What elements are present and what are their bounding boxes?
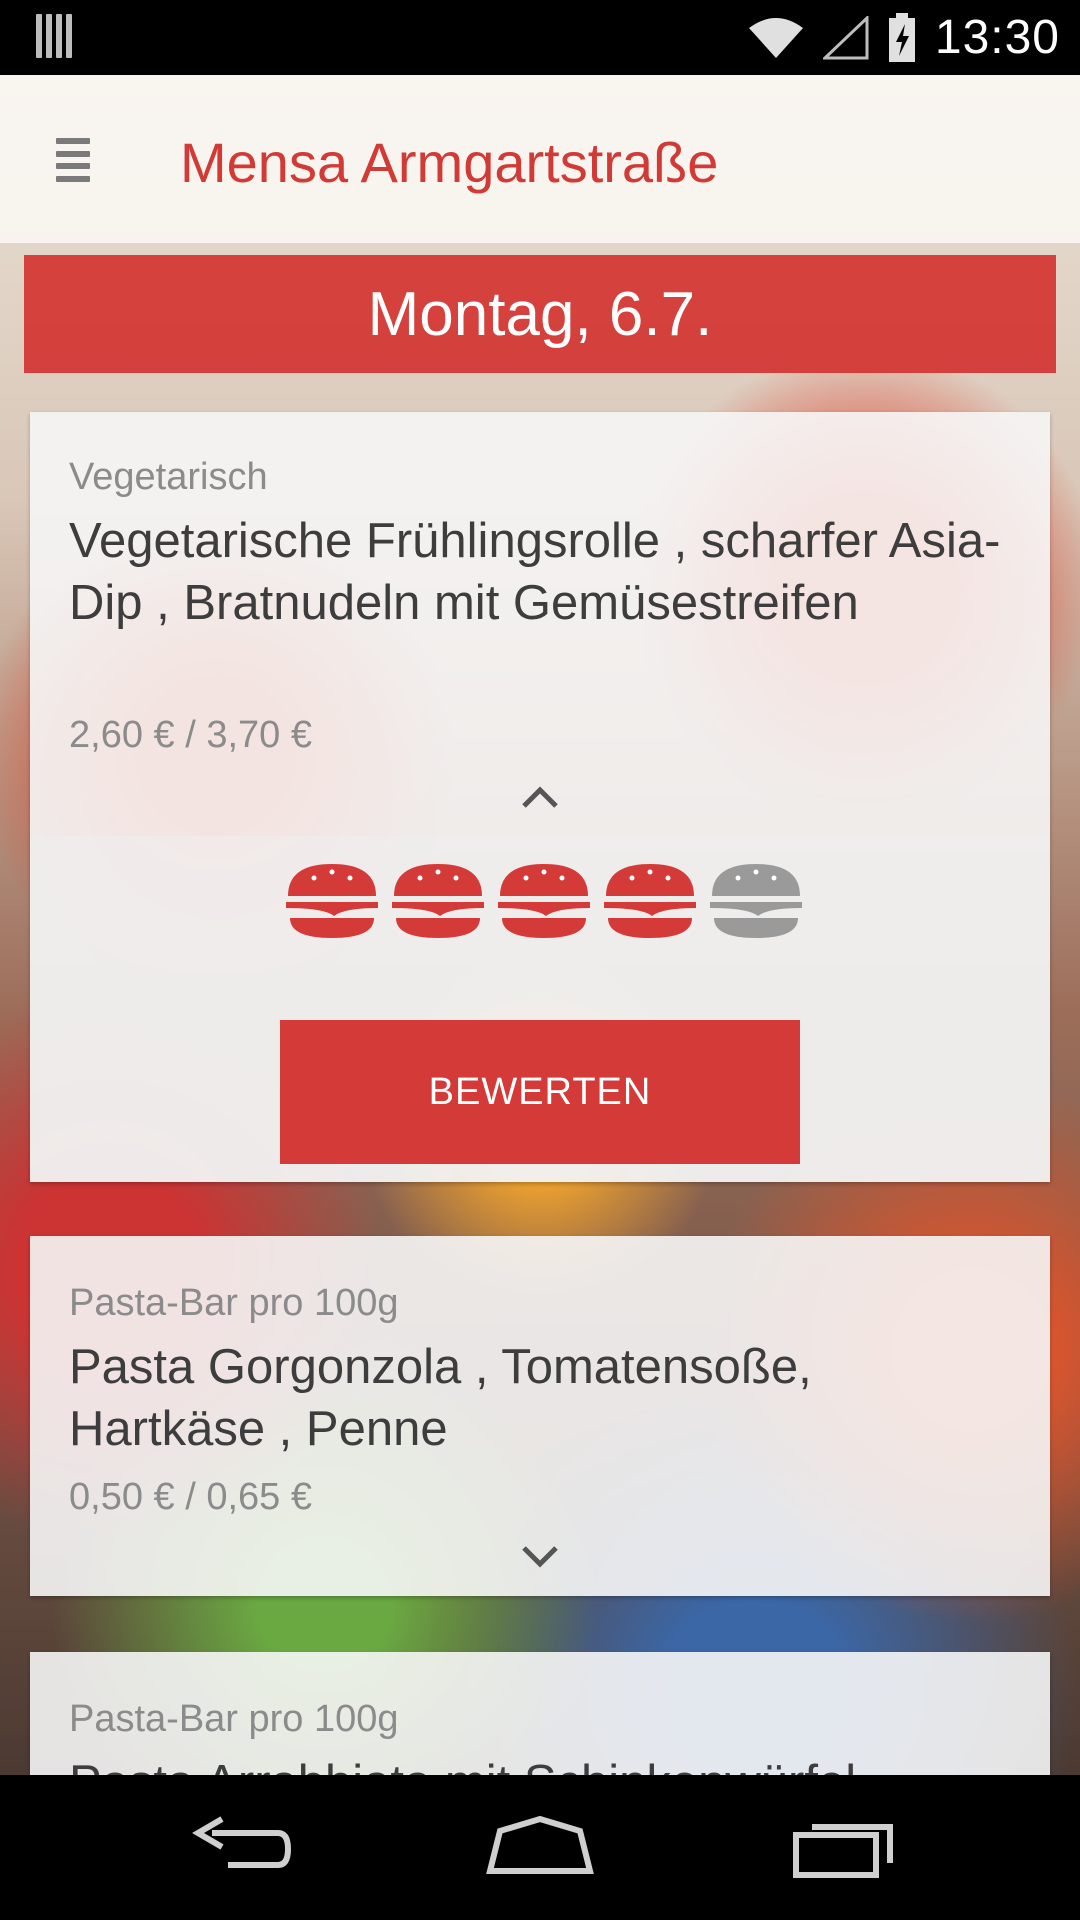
notification-icon	[36, 14, 72, 58]
meal-price: 2,60 € / 3,70 €	[69, 714, 312, 756]
burger-icon[interactable]	[708, 860, 804, 942]
meal-category: Pasta-Bar pro 100g	[69, 1282, 399, 1324]
burger-icon[interactable]	[284, 860, 380, 942]
meal-name: Pasta Gorgonzola , Tomatensoße, Hartkäse…	[69, 1340, 812, 1456]
chevron-down-icon[interactable]	[520, 1542, 560, 1572]
meal-card[interactable]: Vegetarisch Vegetarische Frühlingsrolle …	[30, 412, 1050, 1182]
app-title: Mensa Armgartstraße	[180, 131, 719, 194]
burger-icon[interactable]	[496, 860, 592, 942]
rate-button[interactable]: BEWERTEN	[280, 1020, 800, 1164]
navigation-bar	[0, 1775, 1080, 1920]
meal-name: Pasta Arrabbiata mit Schinkenwürfel	[69, 1752, 1019, 1776]
recents-icon[interactable]	[790, 1813, 896, 1883]
rating-burgers[interactable]	[284, 860, 804, 942]
meal-card[interactable]: Pasta-Bar pro 100g Pasta Gorgonzola , To…	[30, 1236, 1050, 1596]
burger-icon[interactable]	[602, 860, 698, 942]
battery-charging-icon	[888, 12, 915, 62]
meal-card[interactable]: Pasta-Bar pro 100g Pasta Arrabbiata mit …	[30, 1652, 1050, 1776]
meal-price: 0,50 € / 0,65 €	[69, 1476, 312, 1518]
back-arrow-icon[interactable]	[188, 1813, 292, 1883]
meal-name: Vegetarische Frühlingsrolle , scharfer A…	[69, 514, 1001, 630]
meal-category: Vegetarisch	[69, 456, 268, 498]
chevron-up-icon[interactable]	[520, 782, 560, 812]
hamburger-menu-icon[interactable]	[56, 138, 90, 182]
wifi-icon	[748, 17, 803, 58]
clock: 13:30	[934, 11, 1060, 64]
home-icon[interactable]	[484, 1813, 596, 1883]
status-bar: 13:30	[0, 0, 1080, 75]
app-bar: Mensa Armgartstraße	[0, 75, 1080, 243]
day-header: Montag, 6.7.	[24, 255, 1056, 373]
meal-category: Pasta-Bar pro 100g	[69, 1698, 399, 1740]
cell-signal-icon	[822, 15, 869, 59]
burger-icon[interactable]	[390, 860, 486, 942]
